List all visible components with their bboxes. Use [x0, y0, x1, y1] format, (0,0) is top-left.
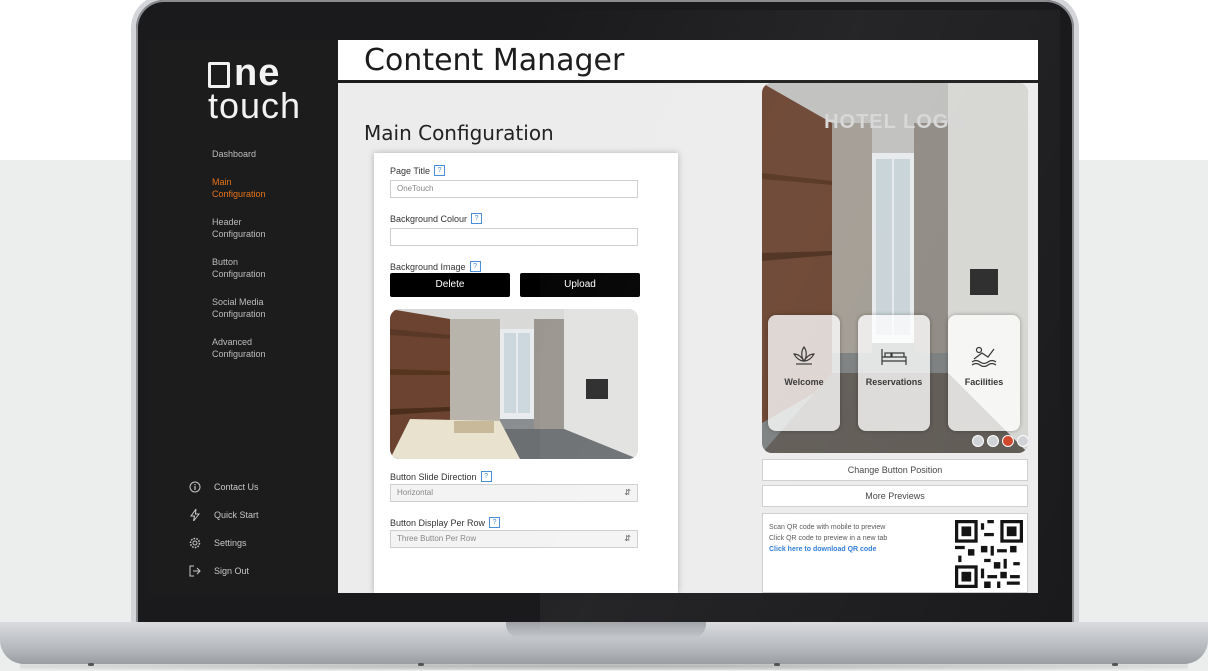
display-per-row-label: Button Display Per Row?: [390, 517, 501, 528]
help-icon[interactable]: ?: [489, 517, 501, 528]
page-header: Content Manager: [338, 40, 1038, 83]
slide-direction-label-text: Button Slide Direction: [390, 471, 477, 482]
preview-tile-welcome[interactable]: Welcome: [768, 315, 840, 431]
page-title-label: Page Title?: [390, 165, 446, 176]
qr-code-box: Scan QR code with mobile to preview Clic…: [762, 513, 1028, 593]
quick-start-label: Quick Start: [214, 510, 259, 520]
page-title-label-text: Page Title: [390, 165, 431, 176]
tile-label: Welcome: [784, 377, 824, 387]
sidebar-item-advanced-configuration[interactable]: Advanced Configuration: [212, 336, 272, 360]
laptop-foot: [1112, 663, 1118, 666]
qr-line-1: Scan QR code with mobile to preview: [769, 524, 886, 531]
qr-code-image[interactable]: [955, 520, 1023, 588]
laptop-foot: [774, 663, 780, 666]
sidebar-item-header-configuration[interactable]: Header Configuration: [212, 216, 272, 240]
sign-out-label: Sign Out: [214, 566, 250, 576]
display-per-row-select[interactable]: Three Button Per Row ⇵: [390, 530, 638, 548]
select-caret-icon: ⇵: [624, 488, 631, 497]
help-icon[interactable]: ?: [434, 165, 446, 176]
sidebar-nav: Dashboard Main Configuration Header Conf…: [212, 148, 332, 376]
hotel-logo: HOTEL LOGO: [824, 111, 966, 133]
slide-direction-label: Button Slide Direction?: [390, 471, 492, 482]
page-title: Content Manager: [364, 43, 625, 78]
pagination-dot-active[interactable]: [1002, 435, 1014, 447]
help-icon[interactable]: ?: [471, 213, 483, 224]
bg-image-label-text: Background Image: [390, 261, 466, 272]
preview-tile-facilities[interactable]: Facilities: [948, 315, 1020, 431]
bg-colour-label: Background Colour?: [390, 213, 483, 224]
bed-icon: [858, 345, 930, 369]
background-image-preview: [390, 309, 638, 459]
display-per-row-label-text: Button Display Per Row: [390, 517, 486, 528]
delete-button[interactable]: Delete: [390, 273, 510, 297]
contact-us-label: Contact Us: [214, 482, 259, 492]
slide-direction-value: Horizontal: [397, 488, 434, 497]
sidebar-item-dashboard[interactable]: Dashboard: [212, 148, 332, 160]
laptop-notch: [506, 622, 706, 638]
more-previews-button[interactable]: More Previews: [762, 485, 1028, 507]
sidebar-item-social-media-configuration[interactable]: Social Media Configuration: [212, 296, 282, 320]
sign-out-link[interactable]: Sign Out: [188, 564, 259, 578]
sidebar-item-button-configuration[interactable]: Button Configuration: [212, 256, 272, 280]
mobile-preview: HOTEL LOGO Welcome Reservations Faciliti…: [762, 83, 1028, 453]
config-card: Page Title? OneTouch Background Colour? …: [374, 153, 678, 593]
page-title-input[interactable]: OneTouch: [390, 180, 638, 198]
lotus-icon: [768, 345, 840, 369]
pagination-dot[interactable]: [1017, 435, 1028, 447]
preview-panel: HOTEL LOGO Welcome Reservations Faciliti…: [762, 83, 1038, 593]
contact-us-link[interactable]: Contact Us: [188, 480, 259, 494]
upload-button[interactable]: Upload: [520, 273, 640, 297]
sidebar: ne touch Dashboard Main Configuration He…: [148, 40, 338, 593]
sidebar-item-main-configuration[interactable]: Main Configuration: [212, 176, 272, 200]
tile-label: Facilities: [964, 377, 1004, 387]
pool-icon: [948, 345, 1020, 369]
select-caret-icon: ⇵: [624, 534, 631, 543]
laptop-foot: [418, 663, 424, 666]
main-content: Main Configuration Page Title? OneTouch …: [338, 83, 762, 593]
laptop-foot: [88, 663, 94, 666]
sidebar-bottom-nav: Contact Us Quick Start Settings Sign Out: [188, 480, 259, 592]
pagination-dot[interactable]: [987, 435, 999, 447]
tile-label: Reservations: [865, 377, 923, 387]
settings-link[interactable]: Settings: [188, 536, 259, 550]
bg-image-label: Background Image?: [390, 261, 481, 272]
settings-label: Settings: [214, 538, 247, 548]
sign-out-icon: [188, 564, 202, 578]
quick-start-link[interactable]: Quick Start: [188, 508, 259, 522]
display-per-row-value: Three Button Per Row: [397, 534, 477, 543]
change-button-position-button[interactable]: Change Button Position: [762, 459, 1028, 481]
qr-line-2: Click QR code to preview in a new tab: [769, 535, 888, 542]
preview-tile-reservations[interactable]: Reservations: [858, 315, 930, 431]
info-icon: [188, 480, 202, 494]
bolt-icon: [188, 508, 202, 522]
help-icon[interactable]: ?: [480, 471, 492, 482]
laptop-screen: ne touch Dashboard Main Configuration He…: [148, 40, 1038, 593]
section-title: Main Configuration: [364, 121, 554, 145]
bg-colour-input[interactable]: [390, 228, 638, 246]
logo-text-bottom: touch: [208, 85, 302, 126]
download-qr-link[interactable]: Click here to download QR code: [769, 544, 887, 555]
qr-instructions: Scan QR code with mobile to preview Clic…: [769, 522, 887, 555]
bg-colour-label-text: Background Colour: [390, 213, 468, 224]
pagination-dot[interactable]: [972, 435, 984, 447]
slide-direction-select[interactable]: Horizontal ⇵: [390, 484, 638, 502]
app-logo: ne touch: [208, 54, 301, 124]
gear-icon: [188, 536, 202, 550]
preview-pagination: [972, 435, 1028, 447]
help-icon[interactable]: ?: [469, 261, 481, 272]
